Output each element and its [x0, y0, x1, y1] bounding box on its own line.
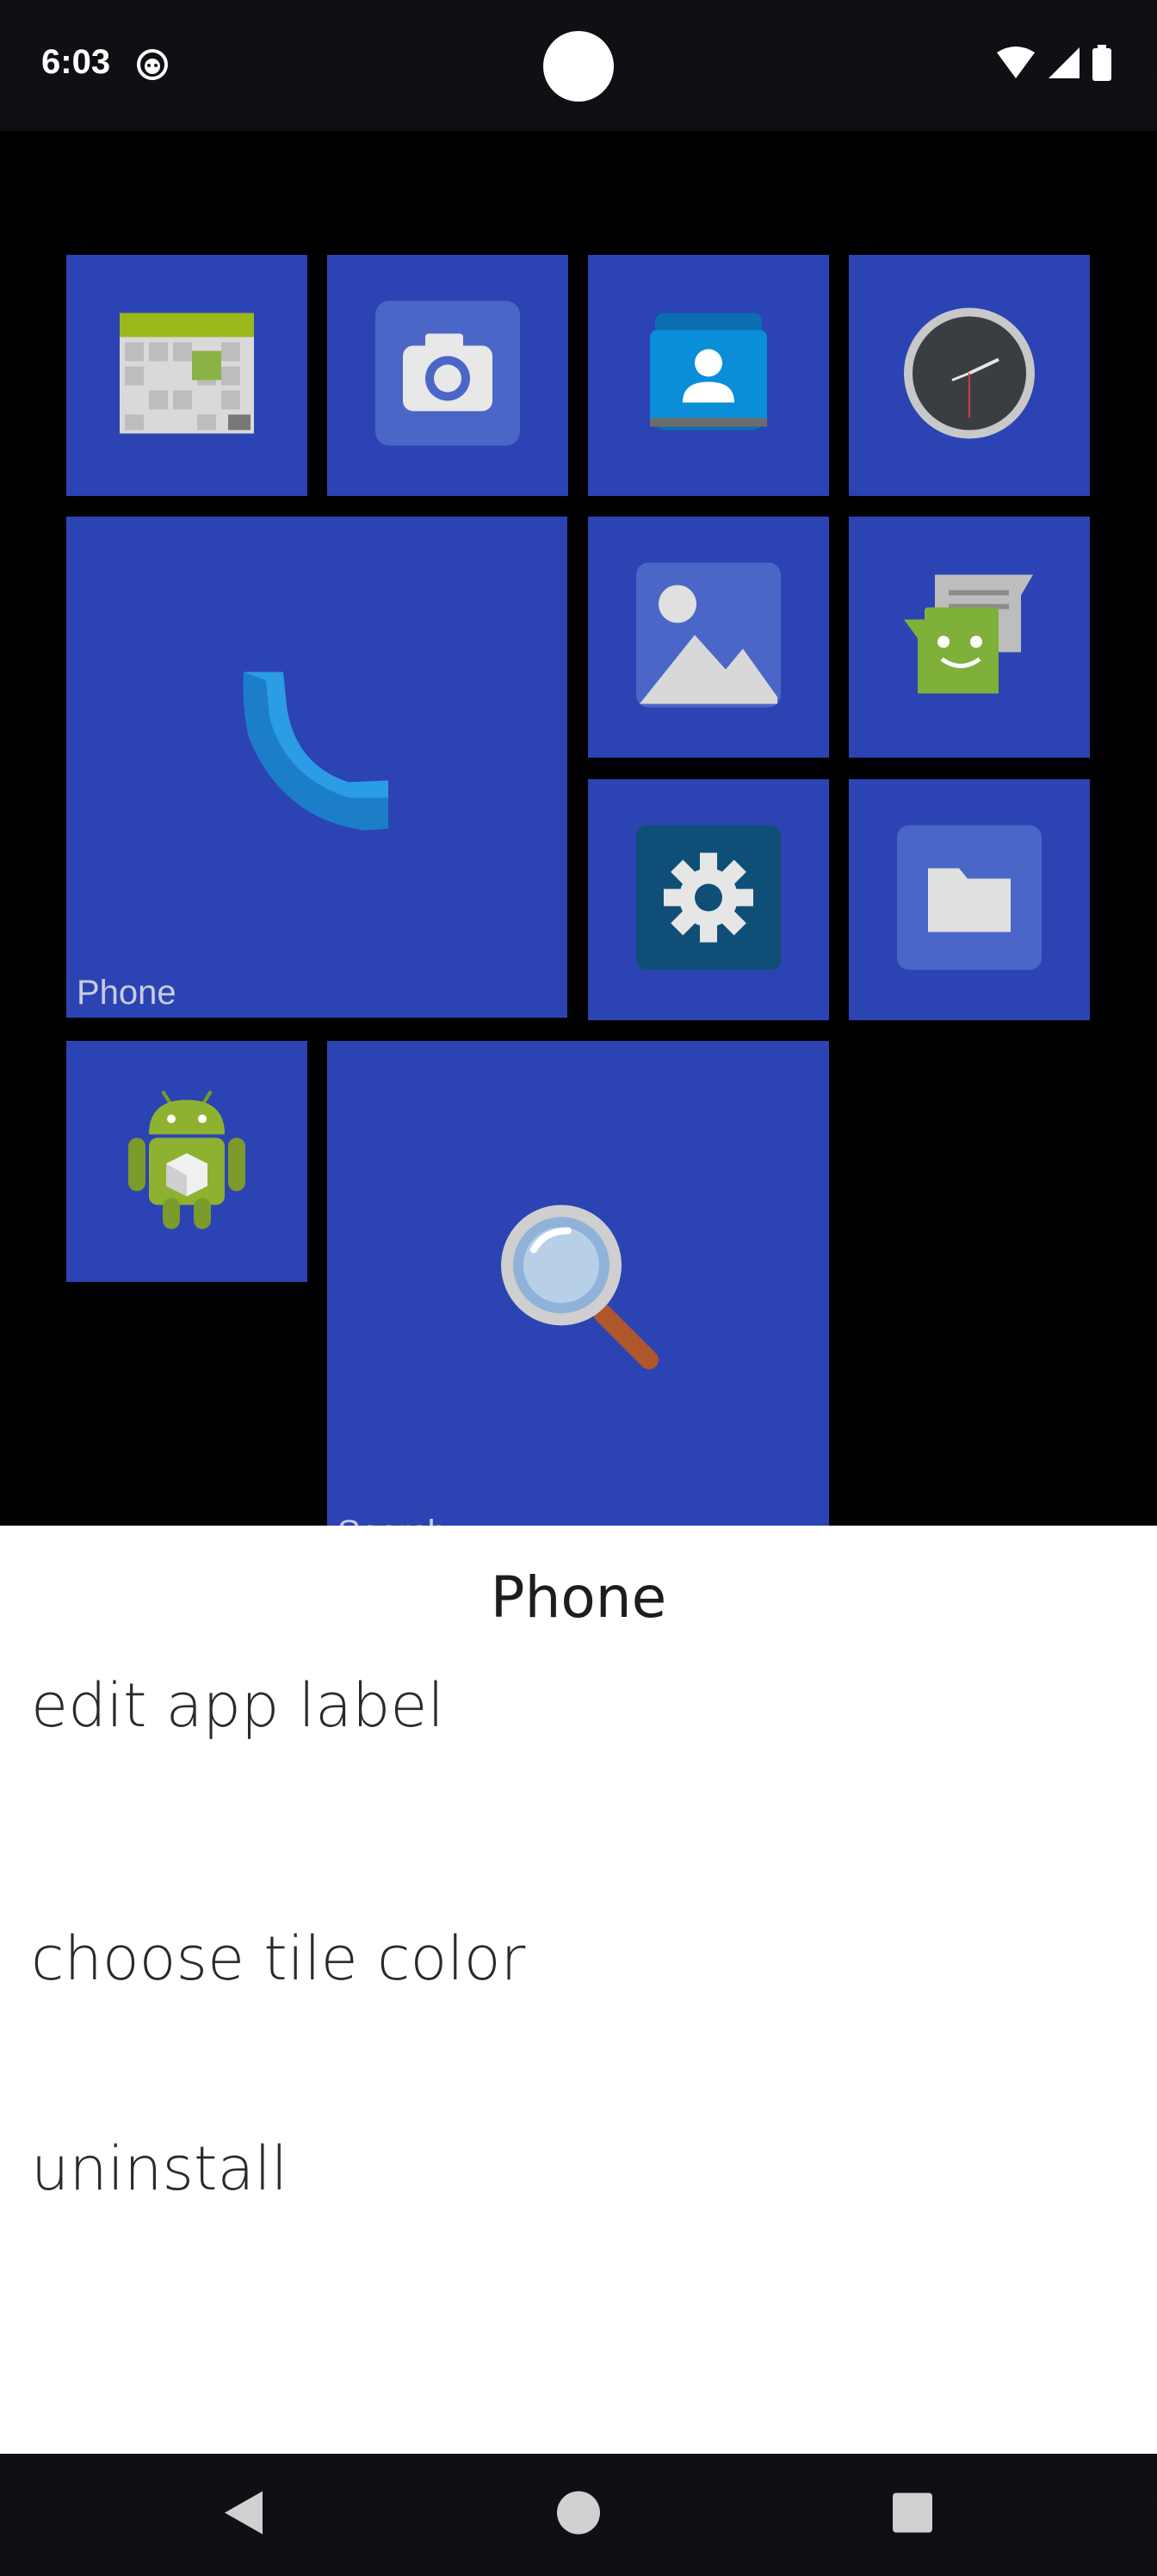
tile-contacts[interactable] [588, 255, 829, 496]
gallery-icon [636, 562, 781, 712]
sheet-title: Phone [490, 1564, 667, 1631]
status-bar: 6:03 [0, 0, 1157, 131]
wifi-icon [995, 46, 1036, 84]
context-menu-sheet: Phone edit app label choose tile color u… [0, 1526, 1157, 2454]
camera-cutout [543, 31, 614, 102]
phone-icon [235, 668, 399, 836]
clock-icon [902, 307, 1036, 445]
tile-phone[interactable]: Phone [66, 517, 567, 1018]
contacts-icon [650, 313, 767, 438]
navigation-bar [0, 2454, 1157, 2576]
tile-camera[interactable] [327, 255, 568, 496]
battery-icon [1092, 45, 1112, 85]
home-icon[interactable] [556, 2491, 601, 2540]
tile-search[interactable]: Search [327, 1041, 829, 1557]
signal-icon [1047, 46, 1081, 84]
phone-screen: 6:03 Phone Phone edit app label choose t… [0, 0, 1157, 2576]
tile-android[interactable] [66, 1041, 307, 1282]
tile-settings[interactable] [588, 779, 829, 1020]
status-icons [995, 45, 1112, 85]
recents-icon[interactable] [893, 2492, 932, 2537]
menu-item-uninstall[interactable]: uninstall [31, 2133, 288, 2204]
menu-item-edit-app-label[interactable]: edit app label [31, 1670, 444, 1741]
back-icon[interactable] [221, 2490, 264, 2541]
status-time: 6:03 [41, 43, 111, 81]
folder-icon [897, 825, 1042, 975]
calendar-icon [120, 313, 254, 438]
magnifier-icon [492, 1197, 665, 1382]
tile-files[interactable] [849, 779, 1090, 1020]
messages-icon [900, 567, 1038, 709]
tile-messages[interactable] [849, 517, 1090, 758]
android-icon [125, 1087, 249, 1237]
notification-icon [136, 48, 169, 85]
gear-icon [636, 825, 781, 975]
camera-icon [375, 300, 520, 450]
tile-clock[interactable] [849, 255, 1090, 496]
tile-calendar[interactable] [66, 255, 307, 496]
menu-item-choose-tile-color[interactable]: choose tile color [31, 1923, 525, 1994]
start-screen: Phone [0, 131, 1157, 1557]
tile-gallery[interactable] [588, 517, 829, 758]
tile-label-phone: Phone [77, 974, 176, 1012]
